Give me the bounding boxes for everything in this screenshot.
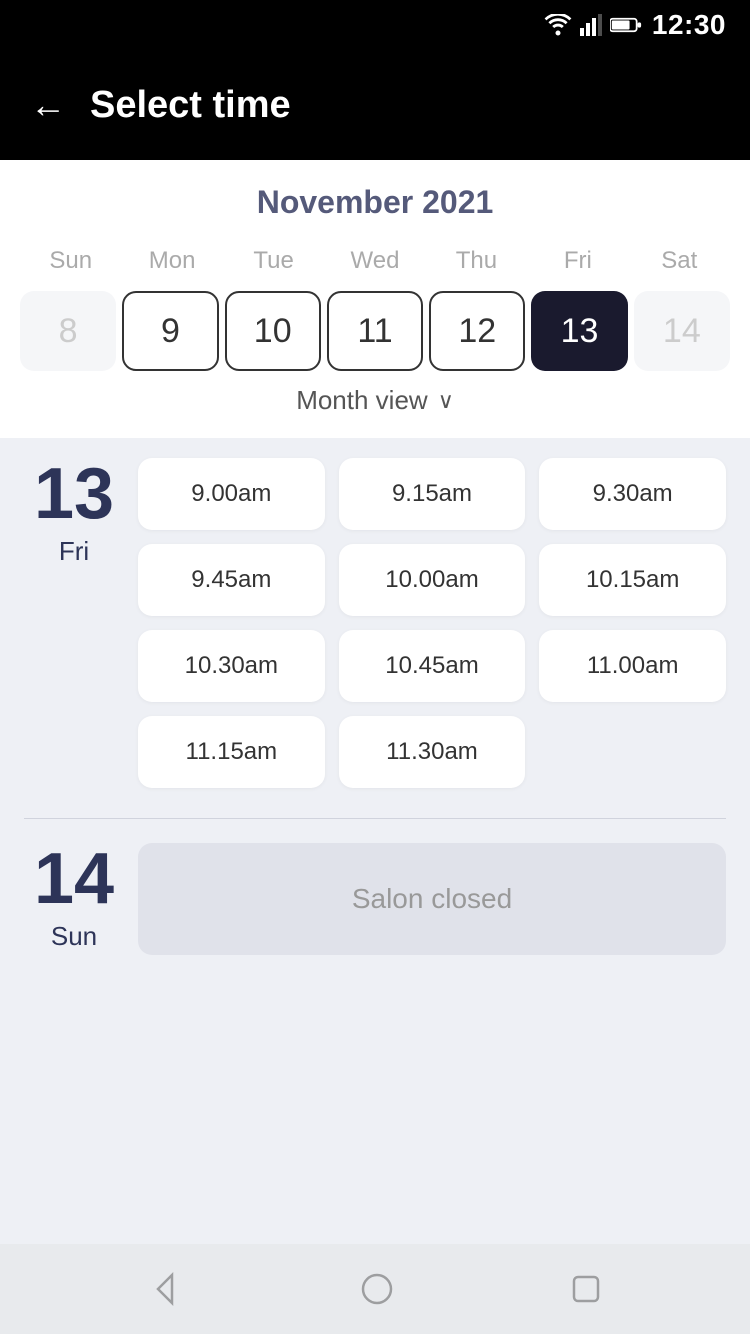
slot-1100am[interactable]: 11.00am bbox=[539, 630, 726, 702]
month-view-label: Month view bbox=[296, 385, 428, 416]
day-14-number: 14 bbox=[24, 843, 124, 915]
weekday-thu: Thu bbox=[426, 241, 527, 281]
day-13-number: 13 bbox=[24, 458, 124, 530]
calendar-month: November 2021 bbox=[20, 184, 730, 221]
day-13-info: 13 Fri bbox=[24, 458, 124, 567]
bottom-nav bbox=[0, 1244, 750, 1334]
day-divider bbox=[24, 818, 726, 819]
day-14-content: 14 Sun Salon closed bbox=[24, 843, 726, 955]
battery-icon bbox=[610, 16, 642, 34]
calendar-days: 8 9 10 11 12 13 14 bbox=[20, 291, 730, 371]
weekday-fri: Fri bbox=[527, 241, 628, 281]
status-icons bbox=[544, 14, 642, 36]
day-13-block: 13 Fri 9.00am 9.15am 9.30am 9.45am 10.00… bbox=[24, 458, 726, 788]
day-12[interactable]: 12 bbox=[429, 291, 525, 371]
slot-1015am[interactable]: 10.15am bbox=[539, 544, 726, 616]
wifi-icon bbox=[544, 14, 572, 36]
month-view-toggle[interactable]: Month view ∨ bbox=[20, 371, 730, 420]
calendar-section: November 2021 Sun Mon Tue Wed Thu Fri Sa… bbox=[0, 160, 750, 438]
day-11[interactable]: 11 bbox=[327, 291, 423, 371]
nav-home-button[interactable] bbox=[359, 1271, 395, 1307]
nav-back-button[interactable] bbox=[148, 1271, 184, 1307]
salon-closed-label: Salon closed bbox=[352, 883, 512, 915]
slot-1030am[interactable]: 10.30am bbox=[138, 630, 325, 702]
weekday-wed: Wed bbox=[324, 241, 425, 281]
day-13[interactable]: 13 bbox=[531, 291, 627, 371]
status-time: 12:30 bbox=[652, 9, 726, 41]
back-button[interactable]: ← bbox=[30, 87, 66, 123]
day-13-content: 13 Fri 9.00am 9.15am 9.30am 9.45am 10.00… bbox=[24, 458, 726, 788]
day-14-block: 14 Sun Salon closed bbox=[24, 843, 726, 955]
day-14-name: Sun bbox=[24, 921, 124, 952]
slot-900am[interactable]: 9.00am bbox=[138, 458, 325, 530]
weekday-tue: Tue bbox=[223, 241, 324, 281]
day-9[interactable]: 9 bbox=[122, 291, 218, 371]
chevron-down-icon: ∨ bbox=[438, 388, 454, 414]
slot-1115am[interactable]: 11.15am bbox=[138, 716, 325, 788]
signal-icon bbox=[580, 14, 602, 36]
day-10[interactable]: 10 bbox=[225, 291, 321, 371]
timeslots-section: 13 Fri 9.00am 9.15am 9.30am 9.45am 10.00… bbox=[0, 438, 750, 1244]
weekday-sun: Sun bbox=[20, 241, 121, 281]
day-13-slots: 9.00am 9.15am 9.30am 9.45am 10.00am 10.1… bbox=[138, 458, 726, 788]
nav-recent-button[interactable] bbox=[570, 1273, 602, 1305]
status-bar: 12:30 bbox=[0, 0, 750, 50]
weekday-sat: Sat bbox=[629, 241, 730, 281]
weekday-mon: Mon bbox=[121, 241, 222, 281]
calendar-weekdays: Sun Mon Tue Wed Thu Fri Sat bbox=[20, 241, 730, 281]
slot-945am[interactable]: 9.45am bbox=[138, 544, 325, 616]
day-14-info: 14 Sun bbox=[24, 843, 124, 952]
slot-1130am[interactable]: 11.30am bbox=[339, 716, 526, 788]
day-13-name: Fri bbox=[24, 536, 124, 567]
salon-closed-box: Salon closed bbox=[138, 843, 726, 955]
slot-1000am[interactable]: 10.00am bbox=[339, 544, 526, 616]
day-8[interactable]: 8 bbox=[20, 291, 116, 371]
header: ← Select time bbox=[0, 50, 750, 160]
slot-915am[interactable]: 9.15am bbox=[339, 458, 526, 530]
page-title: Select time bbox=[90, 84, 291, 127]
slot-1045am[interactable]: 10.45am bbox=[339, 630, 526, 702]
slot-930am[interactable]: 9.30am bbox=[539, 458, 726, 530]
day-14[interactable]: 14 bbox=[634, 291, 730, 371]
